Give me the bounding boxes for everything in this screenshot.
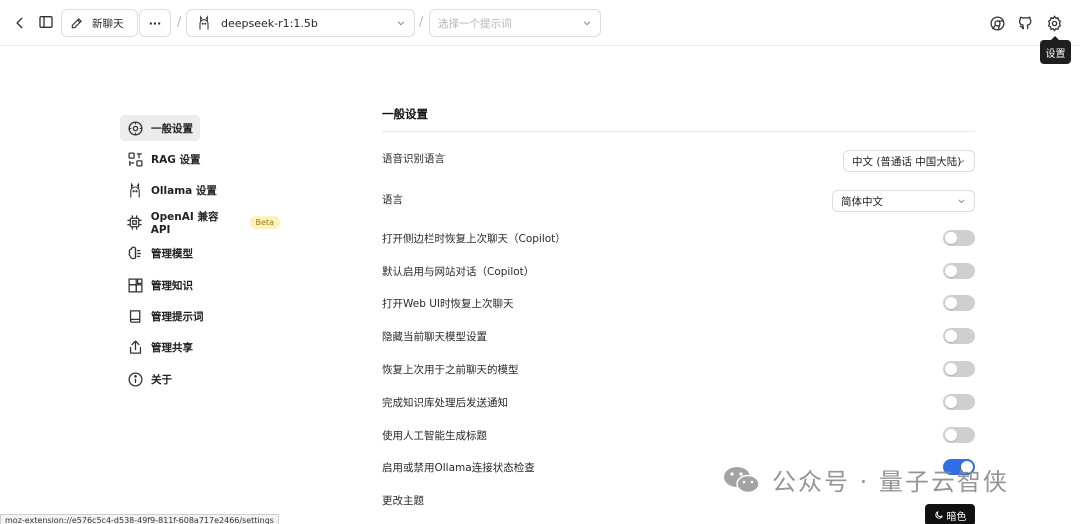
toggle-knob: [945, 232, 957, 244]
sidebar-item-ollama[interactable]: Ollama 设置: [120, 177, 280, 203]
more-icon: ···: [148, 16, 162, 30]
speech-language-value: 中文 (普通话 中国大陆): [852, 155, 962, 168]
toggle-knob: [945, 297, 957, 309]
toggle-label: 打开侧边栏时恢复上次聊天（Copilot）: [382, 233, 566, 245]
ai-title-toggle[interactable]: [943, 427, 975, 443]
sidebar-item-models[interactable]: 管理模型: [120, 240, 280, 266]
model-select[interactable]: deepseek-r1:1.5b: [186, 9, 415, 37]
chevron-down-icon: [958, 199, 965, 204]
toggle-knob: [945, 429, 957, 441]
toggle-knob: [945, 265, 957, 277]
toggle-knob: [945, 330, 957, 342]
sidebar-item-label: 管理共享: [151, 341, 193, 354]
separator: /: [177, 15, 182, 30]
watermark: 公众号 · 量子云智侠: [722, 462, 1009, 497]
gear-icon: [1047, 14, 1061, 32]
toggle-label: 完成知识库处理后发送通知: [382, 397, 508, 409]
settings-icon: [126, 119, 144, 137]
toggle-label: 打开Web UI时恢复上次聊天: [382, 298, 514, 310]
dark-theme-label: 暗色: [946, 511, 967, 523]
sidebar-item-rag[interactable]: RAG 设置: [120, 146, 280, 172]
settings-button[interactable]: [1044, 13, 1064, 33]
speech-language-label: 语音识别语言: [382, 153, 445, 165]
chip-icon: [126, 213, 144, 231]
speech-language-select[interactable]: 中文 (普通话 中国大陆): [843, 150, 975, 172]
language-label: 语言: [382, 194, 403, 206]
beta-badge: Beta: [249, 215, 280, 229]
watermark-text: 公众号 · 量子云智侠: [772, 468, 1009, 496]
chevron-down-icon: [583, 21, 591, 26]
chrome-icon: [989, 15, 1005, 31]
toggle-label: 默认启用与网站对话（Copilot）: [382, 266, 535, 278]
back-button[interactable]: [10, 13, 30, 33]
prompt-placeholder: 选择一个提示词: [438, 17, 512, 30]
restore-chat-sidebar-toggle[interactable]: [943, 230, 975, 246]
theme-label: 更改主题: [382, 495, 424, 507]
sidebar-toggle-button[interactable]: [36, 12, 56, 32]
page-title: 一般设置: [382, 107, 428, 121]
new-chat-label: 新聊天: [92, 17, 124, 30]
sidebar-item-label: Ollama 设置: [151, 184, 217, 197]
sidebar-item-openai[interactable]: OpenAI 兼容 API Beta: [120, 209, 280, 236]
edit-icon: [71, 18, 82, 29]
chevron-down-icon: [397, 21, 405, 26]
new-chat-button[interactable]: 新聊天: [61, 9, 138, 37]
knowledge-notification-toggle[interactable]: [943, 394, 975, 410]
status-bar-url: moz-extension://e576c5c4-d538-49f9-811f-…: [0, 514, 279, 524]
moon-icon: [934, 511, 943, 519]
language-value: 简体中文: [841, 195, 883, 208]
github-icon: [1018, 16, 1031, 29]
ollama-icon: [199, 15, 209, 30]
brain-icon: [126, 244, 144, 262]
dark-theme-button[interactable]: 暗色: [925, 504, 975, 524]
chevron-left-icon: [16, 17, 23, 29]
sidebar-item-label: 管理知识: [151, 279, 193, 292]
hide-model-settings-toggle[interactable]: [943, 328, 975, 344]
top-bar: 新聊天 ··· / deepseek-r1:1.5b / 选择一个提示词: [0, 0, 1080, 46]
github-button[interactable]: [1015, 13, 1035, 33]
settings-tooltip: 设置: [1040, 36, 1071, 64]
book-icon: [126, 307, 144, 325]
language-select[interactable]: 简体中文: [832, 190, 975, 212]
sidebar-item-label: OpenAI 兼容 API: [150, 210, 219, 236]
toggle-label: 隐藏当前聊天模型设置: [382, 331, 487, 343]
restore-chat-webui-toggle[interactable]: [943, 295, 975, 311]
sidebar-item-label: 关于: [151, 373, 172, 386]
toggle-label: 恢复上次用于之前聊天的模型: [382, 364, 519, 376]
sidebar-item-about[interactable]: 关于: [120, 366, 280, 392]
sidebar-item-label: RAG 设置: [151, 153, 201, 166]
sidebar-icon: [39, 16, 53, 28]
toggle-label: 启用或禁用Ollama连接状态检查: [382, 462, 535, 474]
prompt-select[interactable]: 选择一个提示词: [429, 9, 601, 37]
rag-icon: [126, 150, 144, 168]
sidebar-item-prompts[interactable]: 管理提示词: [120, 303, 280, 329]
restore-last-model-toggle[interactable]: [943, 361, 975, 377]
sidebar-item-share[interactable]: 管理共享: [120, 334, 280, 360]
more-button[interactable]: ···: [139, 9, 171, 37]
chat-with-website-toggle[interactable]: [943, 263, 975, 279]
sidebar-item-label: 管理提示词: [151, 310, 204, 323]
wechat-icon: [724, 466, 760, 493]
toggle-knob: [945, 363, 957, 375]
ollama-icon: [126, 181, 144, 199]
divider: [382, 131, 975, 132]
chrome-extension-button[interactable]: [987, 13, 1007, 33]
sidebar-item-general[interactable]: 一般设置: [120, 115, 200, 141]
sidebar-item-label: 一般设置: [151, 122, 193, 135]
toggle-label: 使用人工智能生成标题: [382, 430, 487, 442]
toggle-knob: [945, 396, 957, 408]
chevron-down-icon: [958, 159, 965, 164]
share-icon: [126, 338, 144, 356]
separator: /: [419, 15, 424, 30]
info-icon: [126, 370, 144, 388]
sidebar-item-label: 管理模型: [151, 247, 193, 260]
model-name: deepseek-r1:1.5b: [221, 16, 318, 30]
blocks-icon: [126, 276, 144, 294]
sidebar-item-knowledge[interactable]: 管理知识: [120, 272, 280, 298]
